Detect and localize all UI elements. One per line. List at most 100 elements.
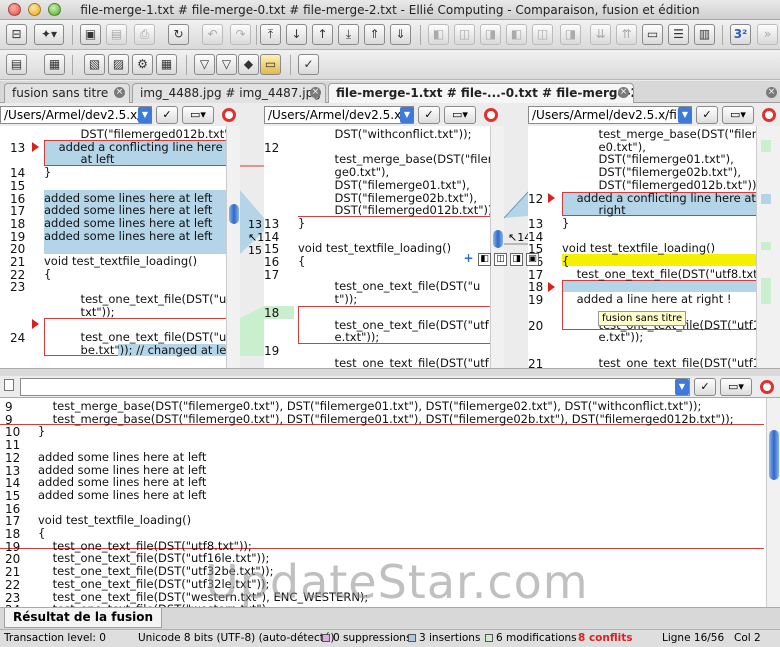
chevron-down-icon[interactable]: ▼ [138, 107, 152, 123]
tooltip: fusion sans titre [598, 311, 687, 326]
take-all-right-icon[interactable]: ◨ [560, 24, 581, 45]
take-both-icon[interactable]: ▣ [526, 253, 539, 266]
more-icon[interactable]: » [757, 24, 778, 45]
take-right-icon[interactable]: ◨ [510, 253, 523, 266]
compare-icon[interactable]: ⊟ [6, 24, 27, 45]
code-line: test_one_text_file(DST("utf16le. [562, 355, 780, 368]
take-left-icon[interactable]: ◧ [428, 24, 449, 45]
code-line: { [562, 254, 570, 268]
close-icon[interactable]: × [114, 87, 125, 98]
take-right-icon[interactable]: ◨ [480, 24, 501, 45]
chevron-down-icon[interactable]: ▼ [400, 107, 414, 123]
next-conflict-icon[interactable]: ⇓ [390, 24, 411, 45]
save-icon[interactable]: ▣ [80, 24, 101, 45]
three-way-icon[interactable]: 3² [730, 24, 751, 45]
take-middle-icon[interactable]: ◫ [494, 253, 507, 266]
close-window-button[interactable] [8, 3, 21, 16]
document-icon [4, 379, 14, 391]
open-file-icon[interactable]: ▭▾ [182, 106, 214, 124]
merge-scrollbar[interactable] [766, 398, 780, 607]
left-scrollbar[interactable] [226, 126, 240, 368]
prev-conflict-icon[interactable]: ⇑ [364, 24, 385, 45]
merge-down-icon[interactable]: ⇊ [590, 24, 611, 45]
right-text-pane[interactable]: test_merge_base(DST("filemerg e0.txt"), … [528, 126, 780, 368]
report-icon[interactable]: ▨ [108, 54, 129, 75]
left-text-pane[interactable]: DST("filemerged012b.txt")); 13 added a co… [0, 126, 240, 368]
toolbar-separator [256, 25, 257, 45]
insertion-swatch [408, 634, 416, 642]
take-left-icon[interactable]: ◧ [478, 253, 491, 266]
middle-path-input[interactable]: /Users/Armel/dev2.5.x/ [264, 106, 414, 124]
zoom-window-button[interactable] [48, 3, 61, 16]
middle-scrollbar[interactable] [490, 126, 504, 368]
prev-diff-icon[interactable]: ↓ [286, 24, 307, 45]
check-icon[interactable]: ✓ [298, 54, 319, 75]
minimize-window-button[interactable] [28, 3, 41, 16]
settings-icon[interactable]: ⚙ [132, 54, 153, 75]
right-scrollbar[interactable] [756, 126, 780, 368]
filter-icon[interactable]: ▽ [194, 54, 215, 75]
merge-path-input[interactable] [20, 378, 690, 396]
undo-icon[interactable]: ↶ [202, 24, 223, 45]
close-icon[interactable]: × [310, 87, 321, 98]
right-path-input[interactable]: /Users/Armel/dev2.5.x/file [528, 106, 692, 124]
open-folder-icon[interactable]: ▤ [6, 54, 27, 75]
save-all-icon[interactable]: ▤ [106, 24, 127, 45]
properties-icon[interactable]: ▦ [156, 54, 177, 75]
chevron-down-icon[interactable]: ▼ [675, 379, 689, 395]
splitter-handle[interactable] [0, 368, 780, 376]
check-icon[interactable]: ✓ [694, 378, 716, 396]
layout-single-icon[interactable]: ▭ [642, 24, 663, 45]
target-icon[interactable] [222, 108, 236, 122]
code-line: added a conflicting line here [44, 139, 223, 154]
wizard-icon[interactable]: ✦▾ [34, 24, 64, 45]
tag-icon[interactable]: ◆ [238, 54, 259, 75]
code-line: DST("filemerge02b.txt"), [562, 165, 742, 180]
open-file-icon[interactable]: ▭▾ [720, 378, 752, 396]
print-icon[interactable]: ⎙ [134, 24, 155, 45]
middle-text-pane[interactable]: DST("withconflict.txt")); 12 test_merge_b… [264, 126, 504, 368]
check-icon[interactable]: ✓ [156, 106, 178, 124]
scroll-thumb[interactable] [493, 230, 503, 248]
filter-edit-icon[interactable]: ▽ [216, 54, 237, 75]
code-line: DST("filemerged012b.txt")); [44, 127, 240, 141]
left-path-input[interactable]: /Users/Armel/dev2.5.x/ [0, 106, 152, 124]
close-all-icon[interactable]: × [766, 87, 777, 98]
scroll-thumb[interactable] [229, 204, 239, 224]
tab-fusion-sans-titre[interactable]: fusion sans titre × [4, 83, 130, 103]
open-file-icon[interactable]: ▭▾ [444, 106, 476, 124]
last-diff-icon[interactable]: ⤓ [338, 24, 359, 45]
line-number: 15 [248, 244, 262, 257]
redo-icon[interactable]: ↷ [230, 24, 251, 45]
modifications-status: 6 modifications [485, 630, 577, 647]
code-line: added some lines here at left [38, 475, 207, 490]
target-icon[interactable] [762, 108, 776, 122]
scroll-thumb[interactable] [769, 430, 779, 480]
target-icon[interactable] [484, 108, 498, 122]
layout-columns-icon[interactable]: ▥ [694, 24, 715, 45]
code-line: DST("filemerge02b.txt"), [298, 190, 478, 205]
add-icon[interactable]: + [462, 252, 475, 266]
close-icon[interactable]: × [618, 87, 629, 98]
folder-icon[interactable]: ▭ [260, 54, 281, 75]
export-icon[interactable]: ▧ [84, 54, 105, 75]
chevron-down-icon[interactable]: ▼ [678, 107, 692, 123]
main-toolbar: ⊟ ✦▾ ▣ ▤ ⎙ ↻ ↶ ↷ ⤒ ↓ ↑ ⤓ ⇑ ⇓ ◧ ◫ ◨ ◧ ◫ ◨… [0, 20, 780, 50]
open-file-icon[interactable]: ▭▾ [722, 106, 754, 124]
next-diff-icon[interactable]: ↑ [312, 24, 333, 45]
target-icon[interactable] [760, 380, 774, 394]
merge-up-icon[interactable]: ⇈ [616, 24, 637, 45]
check-icon[interactable]: ✓ [418, 106, 440, 124]
layout-horizontal-icon[interactable]: ☰ [668, 24, 689, 45]
take-all-middle-icon[interactable]: ◫ [532, 24, 553, 45]
take-middle-icon[interactable]: ◫ [454, 24, 475, 45]
tab-merge-result[interactable]: Résultat de la fusion [4, 608, 163, 628]
tab-images[interactable]: img_4488.jpg # img_4487.jpg × [132, 83, 326, 103]
check-icon[interactable]: ✓ [696, 106, 718, 124]
tab-file-merge[interactable]: file-merge-1.txt # file-...-0.txt # file… [328, 83, 634, 103]
refresh-icon[interactable]: ↻ [168, 24, 189, 45]
first-diff-icon[interactable]: ⤒ [260, 24, 281, 45]
take-all-left-icon[interactable]: ◧ [506, 24, 527, 45]
file-options-icon[interactable]: ▦ [44, 54, 65, 75]
code-line: added some lines here at left [38, 487, 207, 502]
